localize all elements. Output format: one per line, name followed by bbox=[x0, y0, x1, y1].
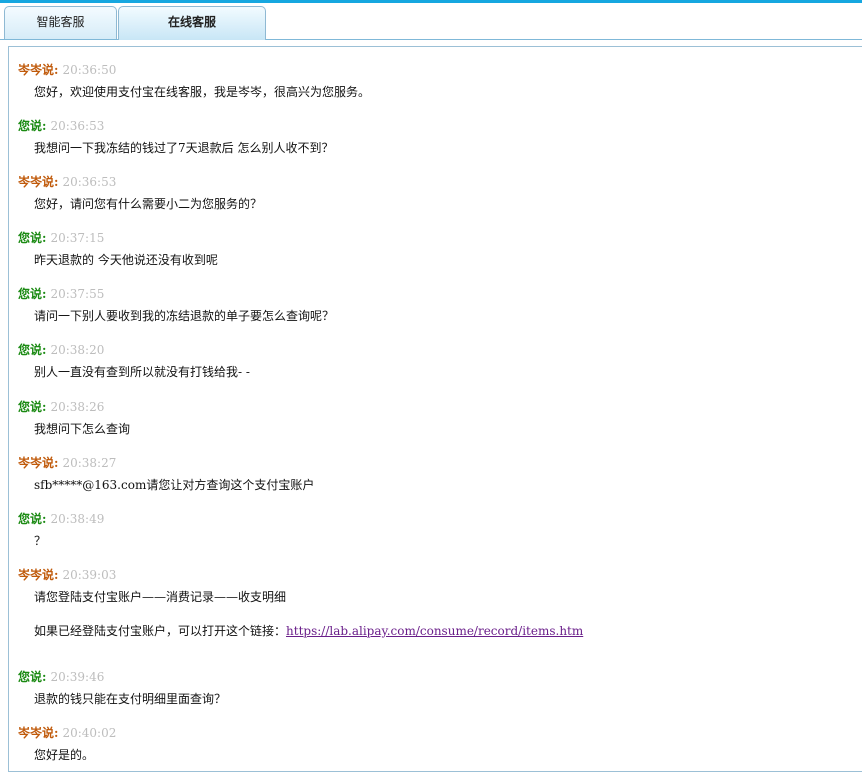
sender-name: 岑岑说: bbox=[18, 175, 59, 189]
message-text: 我想问下怎么查询 bbox=[34, 422, 131, 436]
tab-smart-service[interactable]: 智能客服 bbox=[4, 6, 117, 39]
message-text: 昨天退款的 今天他说还没有收到呢 bbox=[34, 253, 218, 267]
sender-name: 您说: bbox=[18, 231, 47, 245]
sender-name: 您说: bbox=[18, 400, 47, 414]
timestamp: 20:36:53 bbox=[50, 119, 105, 133]
tab-bar: 智能客服 在线客服 bbox=[0, 3, 862, 40]
chat-message: 您说: 20:36:53 我想问一下我冻结的钱过了7天退款后 怎么别人收不到？ bbox=[18, 119, 333, 155]
chat-message: 岑岑说: 20:36:50 您好，欢迎使用支付宝在线客服，我是岑岑，很高兴为您服务… bbox=[18, 63, 370, 99]
tab-online-service[interactable]: 在线客服 bbox=[118, 6, 266, 40]
message-text: sfb*****@163.com请您让对方查询这个支付宝账户 bbox=[34, 478, 315, 492]
sender-name: 您说: bbox=[18, 343, 47, 357]
link-prompt: 如果已经登陆支付宝账户，可以打开这个链接： bbox=[34, 624, 287, 638]
message-text: 您好，欢迎使用支付宝在线客服，我是岑岑，很高兴为您服务。 bbox=[34, 85, 371, 99]
timestamp: 20:36:50 bbox=[62, 63, 117, 77]
timestamp: 20:37:15 bbox=[50, 231, 105, 245]
message-text: 您好，请问您有什么需要小二为您服务的？ bbox=[34, 197, 263, 211]
chat-message: 您说: 20:38:49 ？ bbox=[18, 512, 104, 548]
timestamp: 20:38:27 bbox=[62, 456, 117, 470]
timestamp: 20:38:26 bbox=[50, 400, 105, 414]
message-text: ？ bbox=[34, 534, 47, 548]
chat-message: 岑岑说: 20:40:02 您好是的。 bbox=[18, 726, 116, 762]
message-text: 退款的钱只能在支付明细里面查询？ bbox=[34, 692, 227, 706]
sender-name: 岑岑说: bbox=[18, 726, 59, 740]
chat-message: 您说: 20:37:15 昨天退款的 今天他说还没有收到呢 bbox=[18, 231, 218, 267]
sender-name: 岑岑说: bbox=[18, 63, 59, 77]
timestamp: 20:39:46 bbox=[50, 670, 105, 684]
timestamp: 20:38:49 bbox=[50, 512, 105, 526]
message-text: 您好是的。 bbox=[34, 748, 95, 762]
chat-message: 您说: 20:38:20 别人一直没有查到所以就没有打钱给我- - bbox=[18, 343, 250, 379]
timestamp: 20:40:02 bbox=[62, 726, 117, 740]
timestamp: 20:38:20 bbox=[50, 343, 105, 357]
chat-message: 您说: 20:38:26 我想问下怎么查询 bbox=[18, 400, 130, 436]
sender-name: 岑岑说: bbox=[18, 568, 59, 582]
sender-name: 您说: bbox=[18, 119, 47, 133]
chat-message: 岑岑说: 20:36:53 您好，请问您有什么需要小二为您服务的？ bbox=[18, 175, 262, 211]
message-text: 我想问一下我冻结的钱过了7天退款后 怎么别人收不到？ bbox=[34, 141, 334, 155]
sender-name: 岑岑说: bbox=[18, 456, 59, 470]
timestamp: 20:37:55 bbox=[50, 287, 105, 301]
timestamp: 20:39:03 bbox=[62, 568, 117, 582]
timestamp: 20:36:53 bbox=[62, 175, 117, 189]
chat-message: 您说: 20:39:46 退款的钱只能在支付明细里面查询？ bbox=[18, 670, 226, 706]
chat-log[interactable]: 岑岑说: 20:36:50 您好，欢迎使用支付宝在线客服，我是岑岑，很高兴为您服务… bbox=[8, 46, 862, 772]
message-text: 别人一直没有查到所以就没有打钱给我- - bbox=[34, 365, 250, 379]
chat-message: 岑岑说: 20:39:03 请您登陆支付宝账户——消费记录——收支明细 如果已经登… bbox=[18, 568, 583, 638]
sender-name: 您说: bbox=[18, 670, 47, 684]
chat-message: 您说: 20:37:55 请问一下别人要收到我的冻结退款的单子要怎么查询呢？ bbox=[18, 287, 334, 323]
message-text: 请问一下别人要收到我的冻结退款的单子要怎么查询呢？ bbox=[34, 309, 335, 323]
record-items-link[interactable]: https://lab.alipay.com/consume/record/it… bbox=[286, 624, 583, 638]
message-text: 请您登陆支付宝账户——消费记录——收支明细 bbox=[34, 590, 287, 604]
sender-name: 您说: bbox=[18, 512, 47, 526]
chat-message: 岑岑说: 20:38:27 sfb*****@163.com请您让对方查询这个支付… bbox=[18, 456, 314, 492]
message-text: 如果已经登陆支付宝账户，可以打开这个链接：https://lab.alipay.… bbox=[34, 624, 583, 638]
sender-name: 您说: bbox=[18, 287, 47, 301]
